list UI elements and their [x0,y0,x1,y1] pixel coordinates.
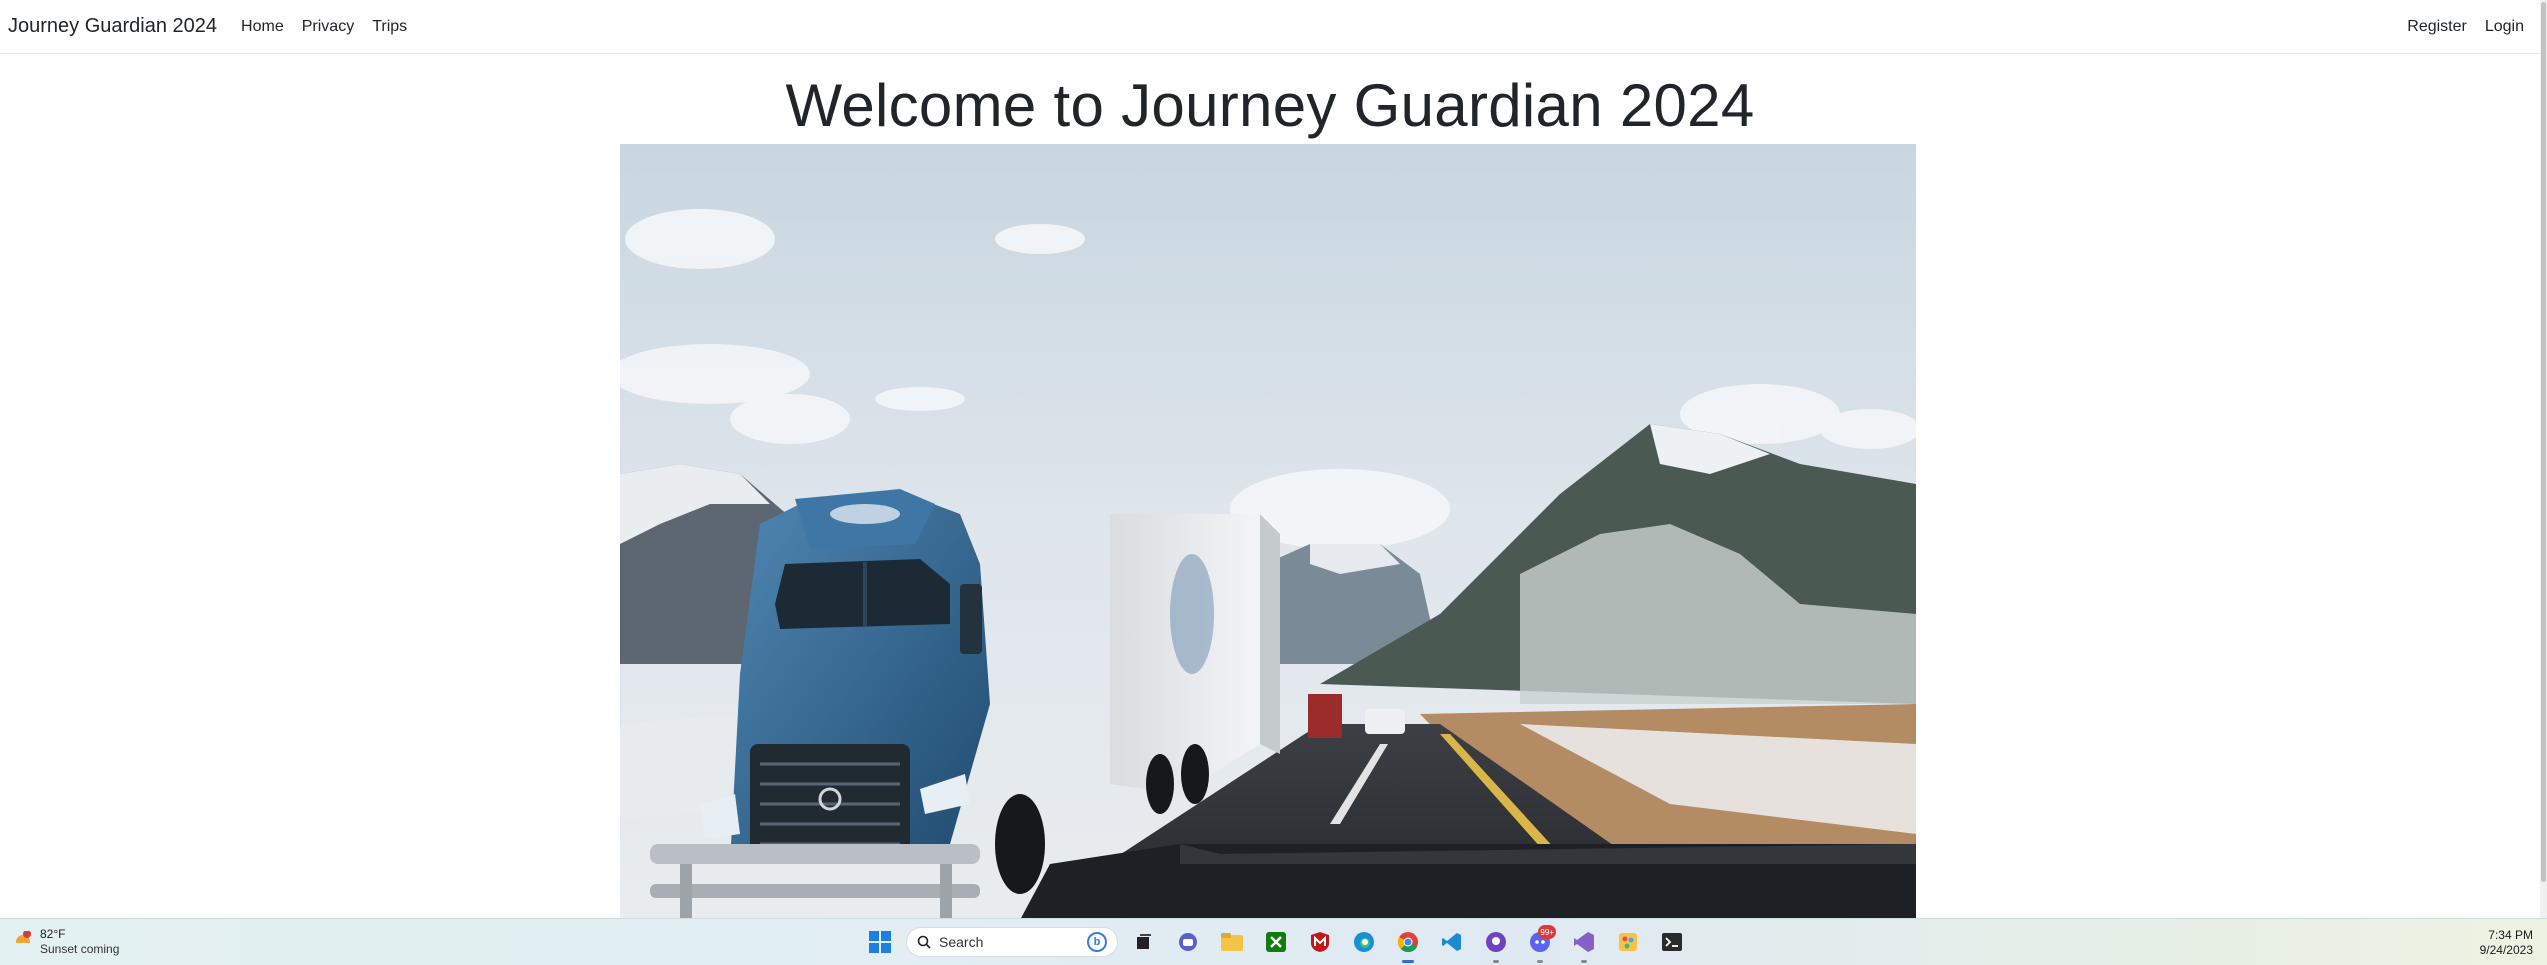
clock-date: 9/24/2023 [2479,943,2533,957]
login-link[interactable]: Login [2477,12,2532,42]
windows-start-icon [869,931,891,953]
bing-icon[interactable]: b [1087,932,1107,952]
github-desktop-icon[interactable] [1478,925,1514,963]
register-link[interactable]: Register [2399,12,2475,42]
taskbar-apps: Search b 99+ [862,925,1690,963]
xbox-icon[interactable] [1258,925,1294,959]
discord-badge: 99+ [1538,925,1556,939]
weather-temperature: 82°F [40,927,66,941]
vscode-icon[interactable] [1434,925,1470,959]
taskbar-search[interactable]: Search b [906,927,1118,957]
nav-home-link[interactable]: Home [233,12,292,42]
file-explorer-icon[interactable] [1214,925,1250,959]
page-title: Welcome to Journey Guardian 2024 [785,72,1755,139]
nav-privacy-link[interactable]: Privacy [294,12,362,42]
hero-image [620,144,1916,918]
system-clock[interactable]: 7:34 PM 9/24/2023 [2480,928,2533,958]
clock-time: 7:34 PM [2488,928,2533,942]
weather-widget[interactable]: 82°F Sunset coming [14,927,119,956]
brand-link[interactable]: Journey Guardian 2024 [8,15,217,38]
windows-taskbar: 82°F Sunset coming Search b 99+ 7:34 PM … [0,918,2547,965]
main-content: Welcome to Journey Guardian 2024 [0,55,2540,918]
page-scrollbar[interactable] [2540,0,2547,918]
search-placeholder: Search [939,934,984,950]
terminal-icon[interactable] [1654,925,1690,959]
discord-icon[interactable]: 99+ [1522,925,1558,963]
chrome-icon[interactable] [1390,925,1426,963]
nav-links: Home Privacy Trips [233,12,415,42]
weather-icon [14,930,34,951]
visual-studio-icon[interactable] [1566,925,1602,963]
paint-icon[interactable] [1610,925,1646,959]
auth-links: Register Login [2399,12,2532,42]
weather-condition: Sunset coming [40,942,120,956]
start-button[interactable] [862,925,898,959]
task-view-icon[interactable] [1126,925,1162,959]
teams-chat-icon[interactable] [1170,925,1206,959]
scrollbar-thumb[interactable] [2541,2,2546,882]
truck-highway-photo [620,144,1916,918]
nav-trips-link[interactable]: Trips [364,12,415,42]
search-icon [917,935,931,949]
top-navbar: Journey Guardian 2024 Home Privacy Trips… [0,0,2540,54]
mcafee-icon[interactable] [1302,925,1338,959]
edge-icon[interactable] [1346,925,1382,959]
